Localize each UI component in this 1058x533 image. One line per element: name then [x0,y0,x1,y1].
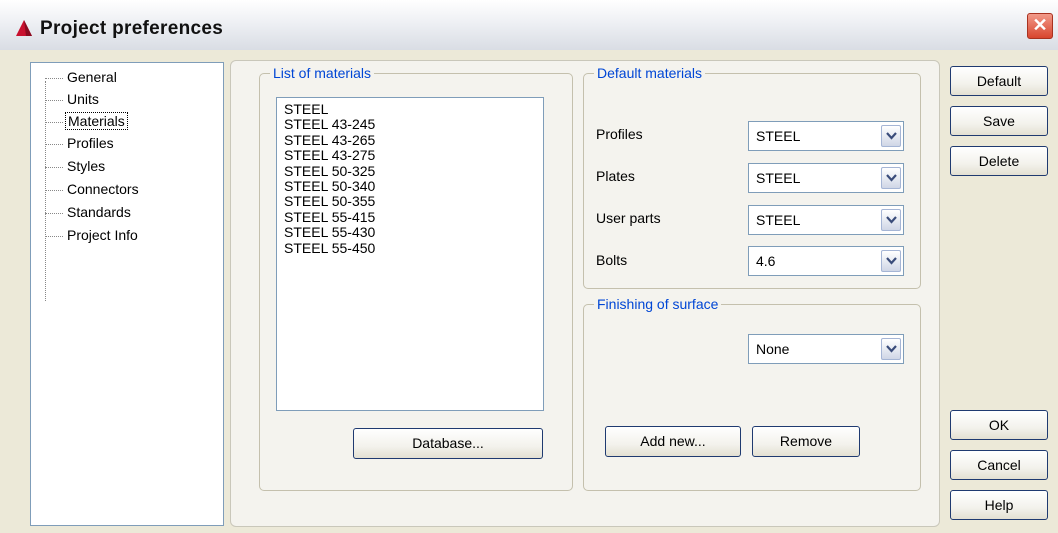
tree-item-connectors[interactable]: Connectors [45,178,141,200]
list-item[interactable]: STEEL 50-325 [277,163,543,179]
tree-item-project-info[interactable]: Project Info [45,224,140,246]
chevron-down-icon[interactable] [881,167,901,189]
tree-item-styles[interactable]: Styles [45,155,107,177]
cancel-button[interactable]: Cancel [950,450,1048,480]
finishing-value: None [756,341,790,357]
help-button[interactable]: Help [950,490,1048,520]
bolts-label: Bolts [596,252,628,268]
plates-value: STEEL [756,170,801,186]
tree-item-label: Project Info [67,227,138,243]
list-of-materials-title: List of materials [270,65,375,81]
list-item[interactable]: STEEL [277,101,543,117]
ok-button[interactable]: OK [950,410,1048,440]
remove-button[interactable]: Remove [752,426,860,457]
tree-item-label: Standards [67,204,131,220]
list-item[interactable]: STEEL 50-355 [277,193,543,209]
materials-listbox[interactable]: STEEL STEEL 43-245 STEEL 43-265 STEEL 43… [276,97,544,411]
finishing-of-surface-group: Finishing of surface [583,296,921,491]
list-item[interactable]: STEEL 55-450 [277,240,543,256]
finishing-of-surface-title: Finishing of surface [594,296,722,312]
list-item[interactable]: STEEL 43-265 [277,132,543,148]
profiles-dropdown[interactable]: STEEL [748,121,904,151]
list-item[interactable]: STEEL 55-430 [277,224,543,240]
bolts-value: 4.6 [756,253,776,269]
user-parts-dropdown[interactable]: STEEL [748,205,904,235]
list-item[interactable]: STEEL 50-340 [277,178,543,194]
default-button[interactable]: Default [950,66,1048,96]
user-parts-value: STEEL [756,212,801,228]
chevron-down-icon[interactable] [881,250,901,272]
database-button[interactable]: Database... [353,428,543,459]
tree-item-general[interactable]: General [45,66,119,88]
finishing-dropdown[interactable]: None [748,334,904,364]
bolts-dropdown[interactable]: 4.6 [748,246,904,276]
delete-button[interactable]: Delete [950,146,1048,176]
close-icon: ✕ [1032,15,1048,35]
app-logo-icon [16,20,32,36]
plates-dropdown[interactable]: STEEL [748,163,904,193]
list-item[interactable]: STEEL 43-275 [277,147,543,163]
add-new-button[interactable]: Add new... [605,426,741,457]
tree-item-standards[interactable]: Standards [45,201,133,223]
window-title: Project preferences [40,18,224,39]
navigation-tree[interactable]: General Units Materials Profiles Styles … [30,62,224,526]
plates-label: Plates [596,168,635,184]
profiles-value: STEEL [756,128,801,144]
tree-item-materials[interactable]: Materials [45,110,128,132]
default-materials-title: Default materials [594,65,706,81]
chevron-down-icon[interactable] [881,209,901,231]
chevron-down-icon[interactable] [881,125,901,147]
tree-item-label: Connectors [67,181,139,197]
close-button[interactable]: ✕ [1027,13,1053,39]
tree-item-label: Styles [67,158,106,174]
tree-item-label: Materials [65,112,128,130]
tree-item-profiles[interactable]: Profiles [45,132,116,154]
chevron-down-icon[interactable] [881,338,901,360]
title-bar: Project preferences ✕ [0,0,1058,51]
list-item[interactable]: STEEL 55-415 [277,209,543,225]
profiles-label: Profiles [596,126,643,142]
user-parts-label: User parts [596,210,661,226]
list-item[interactable]: STEEL 43-245 [277,116,543,132]
tree-item-label: General [67,69,117,85]
tree-item-units[interactable]: Units [45,88,101,110]
save-button[interactable]: Save [950,106,1048,136]
tree-item-label: Profiles [67,135,114,151]
tree-item-label: Units [67,91,99,107]
